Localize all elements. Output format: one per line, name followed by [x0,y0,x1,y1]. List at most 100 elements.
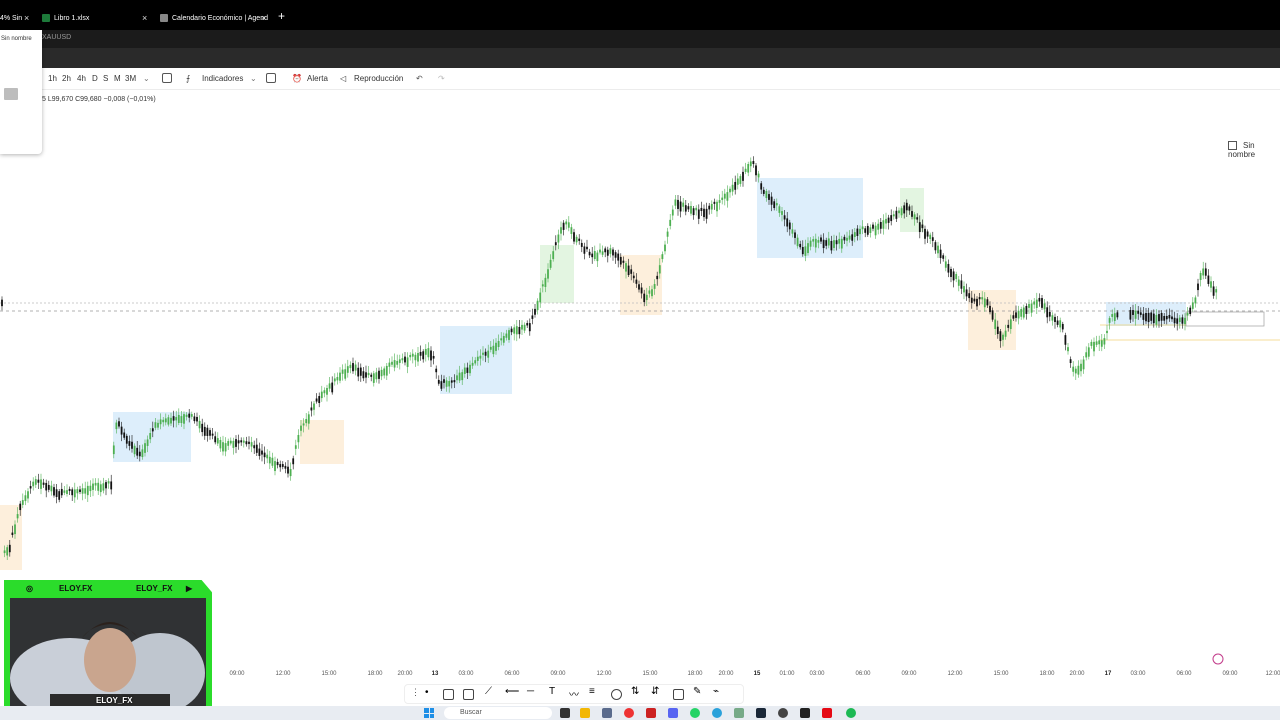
time-tick: 09:00 [229,671,245,677]
circle-icon[interactable] [611,689,622,700]
candle-body [1025,305,1028,314]
fib-icon[interactable]: ≡ [589,686,600,697]
drag-handle-icon[interactable]: ⋮ [411,687,422,698]
layout-thumbnail[interactable] [4,88,18,100]
zigzag-icon[interactable]: 〰 [569,686,580,701]
undo-icon[interactable]: ↶ [416,74,423,83]
dot-icon[interactable]: • [425,687,436,698]
layout-grid-icon[interactable] [266,73,276,83]
telegram-icon[interactable] [712,708,722,718]
candle-body [684,205,687,212]
discord-icon[interactable] [668,708,678,718]
steam-icon[interactable] [756,708,766,718]
obs-icon[interactable] [778,708,788,718]
folder-icon[interactable] [580,708,590,718]
lightning-icon [1212,653,1224,665]
text-icon[interactable]: T [549,686,560,697]
callout-icon[interactable] [673,689,684,700]
time-tick: 15:00 [642,671,658,677]
candle-body [443,379,445,383]
candle-body [619,256,622,265]
candle-body [526,323,529,326]
netflix-icon[interactable] [822,708,832,718]
candle-body [801,246,804,255]
close-icon[interactable]: × [261,13,266,23]
timeframe-4h[interactable]: 4h [77,74,86,83]
time-tick: 06:00 [504,671,520,677]
candle-body [1035,299,1038,308]
app-icon[interactable] [800,708,810,718]
replay-button[interactable]: Reproducción [354,74,403,83]
candle-body [1103,338,1106,345]
candle-body [131,441,133,449]
timeframe-m[interactable]: M [114,74,121,83]
horizontal-ray-icon[interactable]: ⟵ [505,686,519,697]
tab-current[interactable]: 4% Sin × [0,8,34,28]
replay-icon[interactable]: ◁ [340,74,346,83]
candle-body [1043,303,1046,310]
tab-label: 4% Sin [0,14,23,22]
chrome-icon[interactable] [624,708,634,718]
close-icon[interactable]: × [24,13,29,23]
candle-body [653,284,656,289]
candle-body [476,356,479,361]
candle-body [911,211,913,217]
time-tick: 15 [753,671,761,677]
windows-start-icon[interactable] [424,708,434,718]
spotify-icon[interactable] [846,708,856,718]
candle-body [521,324,523,330]
task-view-icon[interactable] [560,708,570,718]
candle-body [430,350,432,361]
candle-body [253,445,256,449]
candle-body [671,209,674,216]
app-icon[interactable] [734,708,744,718]
candle-body [617,253,620,261]
brush-icon[interactable]: ✎ [693,686,704,697]
grid-icon[interactable] [443,689,454,700]
chevron-down-icon[interactable]: ⌄ [143,74,150,83]
trendline-icon[interactable]: ⟋ [485,686,496,697]
indicators-button[interactable]: Indicadores [202,74,243,83]
candle-body [237,440,240,444]
candle-body [79,489,81,492]
time-tick: 15:00 [321,671,337,677]
candle-body [554,242,557,246]
candle-body [1189,307,1192,315]
timeframe-1h[interactable]: 1h [48,74,57,83]
symbol-label[interactable]: XAUUSD [42,34,71,41]
calendar-icon [160,14,168,22]
popup-title[interactable]: Sin nombre [1,36,32,42]
indicators-icon[interactable]: ⨍ [186,74,190,83]
candle-body [1090,341,1093,346]
long-position-icon[interactable]: ⇅ [631,686,642,697]
redo-icon[interactable]: ↷ [438,74,445,83]
candle-type-icon[interactable] [162,73,172,83]
path-icon[interactable]: ⌁ [713,686,724,697]
candle-body [518,326,521,335]
whatsapp-icon[interactable] [690,708,700,718]
timeframe-s[interactable]: S [103,74,108,83]
timeframe-3m[interactable]: 3M [125,74,136,83]
new-tab-button[interactable]: + [278,9,285,23]
candle-body [479,355,482,359]
tab-calendario[interactable]: Calendario Económico | Agend × [160,8,270,28]
horizontal-line-icon[interactable]: ─ [527,686,538,697]
candle-body [133,445,136,455]
taskbar-search[interactable]: Buscar [444,707,552,719]
time-tick: 18:00 [1039,671,1055,677]
candle-body [700,207,703,211]
close-icon[interactable]: × [142,13,147,23]
timeframe-d[interactable]: D [92,74,98,83]
short-position-icon[interactable]: ⇵ [651,686,662,697]
tab-libro[interactable]: Libro 1.xlsx × [42,8,152,28]
chevron-down-icon[interactable]: ⌄ [250,74,257,83]
timeframe-2h[interactable]: 2h [62,74,71,83]
crop-icon[interactable] [463,689,474,700]
alarm-icon[interactable]: ⏰ [292,74,302,83]
candle-body [196,416,198,422]
candle-body [1041,298,1043,308]
app-icon[interactable] [646,708,656,718]
settings-icon[interactable] [602,708,612,718]
alert-button[interactable]: Alerta [307,74,328,83]
candle-body [861,226,864,230]
